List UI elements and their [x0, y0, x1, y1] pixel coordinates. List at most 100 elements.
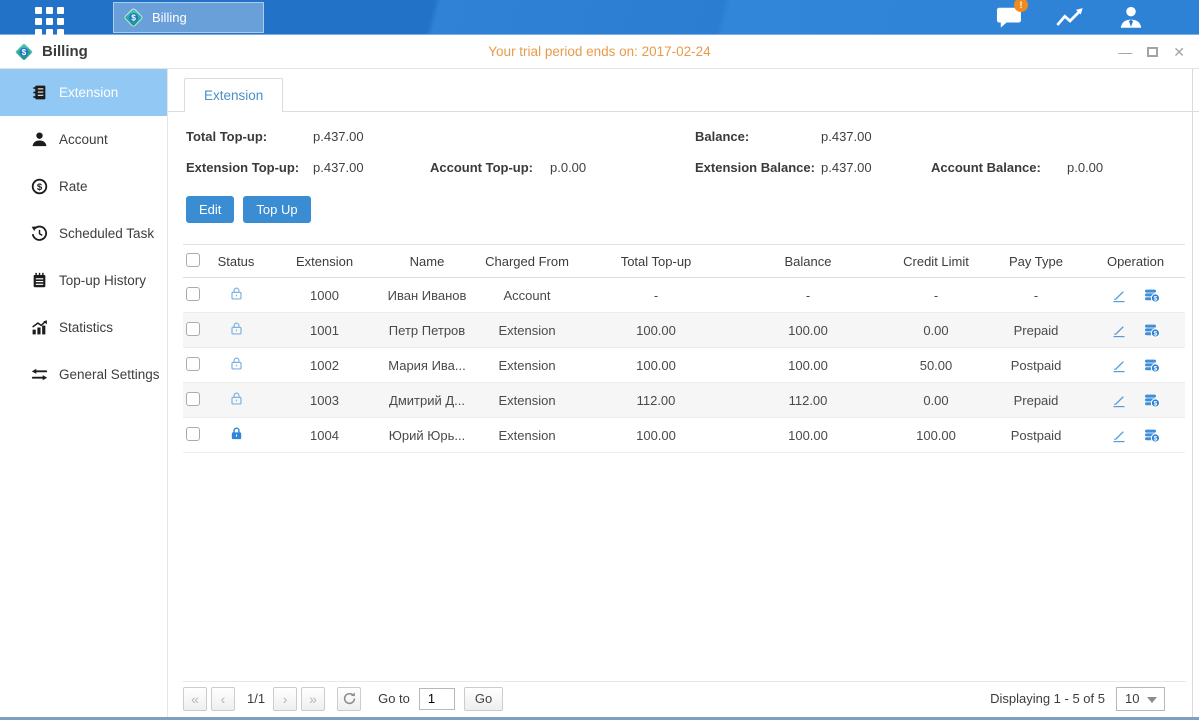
edit-icon[interactable]	[1111, 392, 1127, 408]
top-up-icon[interactable]: $	[1144, 357, 1160, 373]
svg-text:$: $	[1154, 435, 1158, 442]
billing-diamond-icon: $	[123, 7, 144, 28]
pagination-bar: « ‹ 1/1 › » Go to Go Displaying 1 - 5 of…	[183, 681, 1186, 712]
lock-status-icon[interactable]	[229, 321, 244, 336]
col-balance[interactable]: Balance	[730, 254, 886, 269]
extension-cell: 1000	[267, 288, 382, 303]
goto-label: Go to	[378, 691, 410, 706]
page-size-select[interactable]: 10	[1116, 687, 1165, 711]
main-panel: Extension Total Top-up: p.437.00 Extensi…	[168, 69, 1199, 717]
col-pay-type[interactable]: Pay Type	[986, 254, 1086, 269]
sidebar-item-extension[interactable]: Extension	[0, 69, 167, 116]
balance-cell: 112.00	[730, 393, 886, 408]
desktop-topbar: $ Billing !	[0, 0, 1199, 35]
credit-limit-cell: 0.00	[886, 393, 986, 408]
sidebar-item-label: Rate	[59, 179, 88, 194]
minimize-icon[interactable]: —	[1118, 45, 1132, 59]
total-topup-cell: -	[582, 288, 730, 303]
extension-cell: 1003	[267, 393, 382, 408]
previous-page-button[interactable]: ‹	[211, 687, 235, 711]
row-checkbox[interactable]	[186, 427, 200, 441]
app-launcher-icon[interactable]	[35, 7, 64, 36]
resource-monitor-icon[interactable]	[1054, 6, 1086, 29]
col-status[interactable]: Status	[205, 254, 267, 269]
total-topup-cell: 100.00	[582, 358, 730, 373]
top-up-icon[interactable]: $	[1144, 322, 1160, 338]
edit-icon[interactable]	[1111, 427, 1127, 443]
table-row[interactable]: 1003 Дмитрий Д... Extension 112.00 112.0…	[183, 383, 1185, 418]
pay-type-cell: Postpaid	[986, 358, 1086, 373]
maximize-icon[interactable]	[1147, 47, 1158, 57]
table-row[interactable]: 1004 Юрий Юрь... Extension 100.00 100.00…	[183, 418, 1185, 453]
sidebar-item-general-settings[interactable]: General Settings	[0, 351, 167, 398]
ledger-icon	[31, 84, 48, 101]
row-checkbox[interactable]	[186, 392, 200, 406]
close-icon[interactable]: ✕	[1173, 45, 1185, 59]
go-button[interactable]: Go	[464, 687, 503, 711]
edit-icon[interactable]	[1111, 357, 1127, 373]
col-name[interactable]: Name	[382, 254, 472, 269]
taskbar-item-billing[interactable]: $ Billing	[113, 2, 264, 33]
edit-button[interactable]: Edit	[186, 196, 234, 223]
row-checkbox[interactable]	[186, 287, 200, 301]
account-balance-label: Account Balance:	[931, 160, 1067, 191]
balance-summary: Total Top-up: p.437.00 Extension Top-up:…	[168, 112, 1199, 191]
top-up-icon[interactable]: $	[1144, 427, 1160, 443]
lock-status-icon[interactable]	[229, 426, 244, 441]
goto-page-input[interactable]	[419, 688, 455, 710]
top-up-button[interactable]: Top Up	[243, 196, 310, 223]
next-page-button[interactable]: ›	[273, 687, 297, 711]
top-up-icon[interactable]: $	[1144, 287, 1160, 303]
edit-icon[interactable]	[1111, 322, 1127, 338]
total-topup-label: Total Top-up:	[186, 129, 313, 160]
sidebar-item-account[interactable]: Account	[0, 116, 167, 163]
col-credit-limit[interactable]: Credit Limit	[886, 254, 986, 269]
table-row[interactable]: 1000 Иван Иванов Account - - - - $	[183, 278, 1185, 313]
last-page-button[interactable]: »	[301, 687, 325, 711]
refresh-button[interactable]	[337, 687, 361, 711]
user-account-icon[interactable]	[1115, 5, 1147, 29]
credit-limit-cell: 100.00	[886, 428, 986, 443]
messages-icon[interactable]: !	[993, 5, 1025, 29]
charged-from-cell: Extension	[472, 358, 582, 373]
tab-extension[interactable]: Extension	[184, 78, 283, 112]
table-header-row: Status Extension Name Charged From Total…	[183, 244, 1185, 278]
lock-status-icon[interactable]	[229, 286, 244, 301]
lock-status-icon[interactable]	[229, 356, 244, 371]
total-topup-cell: 112.00	[582, 393, 730, 408]
sidebar-item-statistics[interactable]: Statistics	[0, 304, 167, 351]
svg-text:$: $	[131, 12, 136, 22]
top-up-icon[interactable]: $	[1144, 392, 1160, 408]
extension-topup-value: p.437.00	[313, 160, 430, 191]
extension-topup-label: Extension Top-up:	[186, 160, 313, 191]
edit-icon[interactable]	[1111, 287, 1127, 303]
displaying-status: Displaying 1 - 5 of 5	[990, 691, 1105, 706]
account-balance-value: p.0.00	[1067, 160, 1103, 191]
col-total-topup[interactable]: Total Top-up	[582, 254, 730, 269]
extension-table: Status Extension Name Charged From Total…	[183, 244, 1185, 453]
sidebar-item-label: Statistics	[59, 320, 113, 335]
panel-right-border	[1192, 69, 1193, 717]
row-checkbox[interactable]	[186, 357, 200, 371]
pay-type-cell: Prepaid	[986, 323, 1086, 338]
row-checkbox[interactable]	[186, 322, 200, 336]
name-cell: Петр Петров	[382, 323, 472, 338]
lock-status-icon[interactable]	[229, 391, 244, 406]
extension-cell: 1001	[267, 323, 382, 338]
col-extension[interactable]: Extension	[267, 254, 382, 269]
name-cell: Иван Иванов	[382, 288, 472, 303]
col-charged-from[interactable]: Charged From	[472, 254, 582, 269]
sidebar-item-scheduled-task[interactable]: Scheduled Task	[0, 210, 167, 257]
svg-text:$: $	[1154, 400, 1158, 407]
sidebar-item-rate[interactable]: $ Rate	[0, 163, 167, 210]
transfer-arrows-icon	[31, 366, 48, 383]
table-row[interactable]: 1002 Мария Ива... Extension 100.00 100.0…	[183, 348, 1185, 383]
balance-cell: 100.00	[730, 323, 886, 338]
select-all-checkbox[interactable]	[186, 253, 200, 267]
first-page-button[interactable]: «	[183, 687, 207, 711]
sidebar-item-topup-history[interactable]: Top-up History	[0, 257, 167, 304]
table-row[interactable]: 1001 Петр Петров Extension 100.00 100.00…	[183, 313, 1185, 348]
balance-cell: 100.00	[730, 358, 886, 373]
balance-cell: -	[730, 288, 886, 303]
sidebar-item-label: Account	[59, 132, 108, 147]
